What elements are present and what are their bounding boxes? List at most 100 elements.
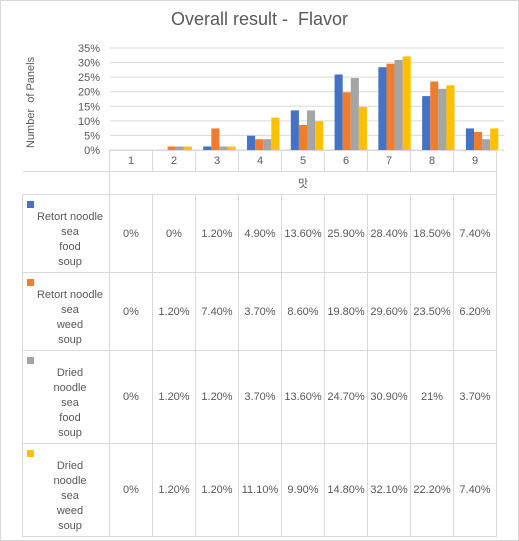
series-row: Dried noodle sea food soup 0% 1.20% 1.20% 3.… <box>22 350 497 444</box>
bar <box>307 110 316 150</box>
data-value: 25.90% <box>324 194 368 273</box>
data-value: 28.40% <box>367 194 411 273</box>
data-value: 9.90% <box>281 443 325 537</box>
data-value: 7.40% <box>453 443 497 537</box>
data-value: 1.20% <box>152 272 196 351</box>
bar <box>422 96 431 150</box>
y-tick-label: 20% <box>78 87 100 99</box>
bar <box>342 92 351 150</box>
data-value: 13.60% <box>281 350 325 444</box>
x-tick-label: 7 <box>367 150 411 172</box>
legend-marker <box>27 357 34 364</box>
legend-entry: Retort noodle sea weed soup <box>22 272 110 351</box>
bar <box>490 128 499 150</box>
bar <box>394 59 403 151</box>
y-tick-labels: 0%5%10%15%20%25%30%35% <box>78 43 100 157</box>
category-row: 123456789 <box>22 150 497 172</box>
legend-label: Retort noodle sea food soup <box>36 211 104 268</box>
x-tick-label: 9 <box>453 150 497 172</box>
data-value: 11.10% <box>238 443 282 537</box>
bar <box>465 128 475 150</box>
bar <box>315 121 324 150</box>
data-table: 123456789 맛 Retort noodle sea food soup 0… <box>22 150 497 537</box>
x-tick-label: 8 <box>410 150 454 172</box>
y-tick-label: 5% <box>84 130 100 142</box>
data-value: 0% <box>109 350 153 444</box>
data-value: 0% <box>109 194 153 273</box>
data-value: 24.70% <box>324 350 368 444</box>
data-value: 3.70% <box>453 350 497 444</box>
data-value: 1.20% <box>195 194 239 273</box>
x-tick-label: 2 <box>152 150 196 172</box>
data-value: 32.10% <box>367 443 411 537</box>
x-tick-label: 3 <box>195 150 239 172</box>
x-tick-label: 4 <box>238 150 282 172</box>
data-value: 7.40% <box>453 194 497 273</box>
bar <box>255 139 264 150</box>
y-tick-label: 10% <box>78 116 100 128</box>
data-value: 0% <box>152 194 196 273</box>
data-value: 4.90% <box>238 194 282 273</box>
blank-cell <box>22 171 110 195</box>
bar <box>482 139 491 150</box>
bar <box>446 85 455 150</box>
xlabel-row: 맛 <box>22 171 497 195</box>
data-value: 18.50% <box>410 194 454 273</box>
y-tick-label: 35% <box>78 43 100 55</box>
y-tick-label: 25% <box>78 72 100 84</box>
bar <box>211 128 220 150</box>
data-value: 14.80% <box>324 443 368 537</box>
bar <box>263 139 272 150</box>
legend-marker <box>27 201 34 208</box>
data-value: 21% <box>410 350 454 444</box>
bar <box>378 67 387 150</box>
data-value: 0% <box>109 272 153 351</box>
data-value: 3.70% <box>238 350 282 444</box>
bars <box>167 56 499 151</box>
data-value: 22.20% <box>410 443 454 537</box>
legend-entry: Dried noodle sea weed soup <box>22 443 110 537</box>
bar <box>334 74 343 150</box>
legend-marker <box>27 450 34 457</box>
data-value: 23.50% <box>410 272 454 351</box>
data-value: 1.20% <box>195 350 239 444</box>
bar <box>386 63 395 150</box>
data-value: 1.20% <box>195 443 239 537</box>
legend-label: Retort noodle sea weed soup <box>36 289 104 346</box>
legend-entry: Retort noodle sea food soup <box>22 194 110 273</box>
data-value: 7.40% <box>195 272 239 351</box>
data-value: 19.80% <box>324 272 368 351</box>
bar <box>430 81 439 150</box>
data-value: 1.20% <box>152 350 196 444</box>
legend-entry: Dried noodle sea food soup <box>22 350 110 444</box>
data-value: 3.70% <box>238 272 282 351</box>
bar <box>350 78 359 150</box>
data-value: 29.60% <box>367 272 411 351</box>
bar <box>247 135 256 150</box>
legend-label: Dried noodle sea food soup <box>53 367 87 439</box>
bar <box>298 124 307 150</box>
series-row: Retort noodle sea food soup 0% 0% 1.20% 4.90… <box>22 194 497 273</box>
data-value: 30.90% <box>367 350 411 444</box>
bar <box>290 110 299 150</box>
legend-label: Dried noodle sea weed soup <box>53 460 87 532</box>
x-tick-label: 6 <box>324 150 368 172</box>
data-value: 1.20% <box>152 443 196 537</box>
legend-marker <box>27 279 34 286</box>
blank-cell <box>22 150 110 172</box>
data-value: 6.20% <box>453 272 497 351</box>
data-value: 0% <box>109 443 153 537</box>
x-axis-label: 맛 <box>109 171 497 195</box>
bar <box>402 56 411 151</box>
x-tick-label: 5 <box>281 150 325 172</box>
y-tick-label: 30% <box>78 58 100 70</box>
bar <box>358 106 367 150</box>
bar <box>438 88 447 150</box>
y-tick-label: 15% <box>78 101 100 113</box>
data-value: 13.60% <box>281 194 325 273</box>
bar <box>271 117 280 150</box>
series-row: Dried noodle sea weed soup 0% 1.20% 1.20% 11… <box>22 443 497 537</box>
data-value: 8.60% <box>281 272 325 351</box>
x-tick-label: 1 <box>109 150 153 172</box>
series-row: Retort noodle sea weed soup 0% 1.20% 7.40% 3… <box>22 272 497 351</box>
